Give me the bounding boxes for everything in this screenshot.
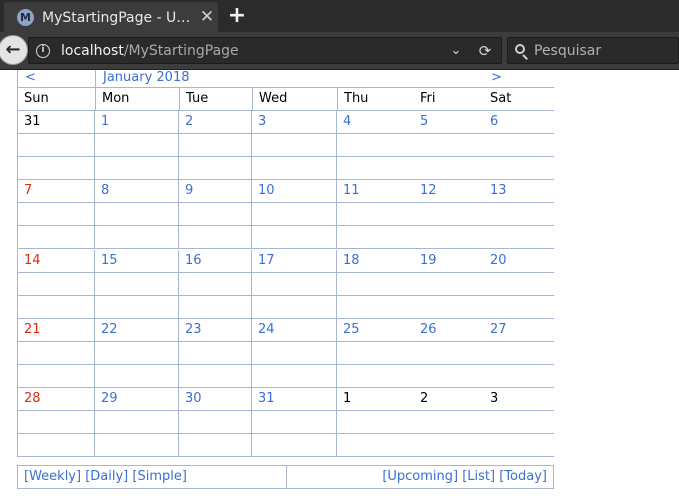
calendar-day-link[interactable]: 29	[95, 388, 118, 410]
calendar-day-link[interactable]: 19	[414, 250, 437, 272]
calendar-day-link[interactable]: 11	[337, 180, 360, 202]
favicon-icon: M	[17, 9, 34, 26]
weekday-tue: Tue	[179, 88, 252, 110]
daily-link[interactable]: [Daily]	[85, 469, 128, 484]
calendar-day-link[interactable]: 25	[337, 319, 360, 341]
calendar-day-link[interactable]: 1	[337, 388, 351, 410]
url-host: localhost	[61, 43, 124, 59]
chevron-down-icon[interactable]: ⌄	[447, 41, 465, 61]
close-tab-icon[interactable]: ✕	[198, 8, 216, 26]
calendar-day-link[interactable]: 7	[18, 180, 32, 202]
next-month-link[interactable]: >	[491, 69, 502, 86]
calendar-day-link[interactable]: 8	[95, 180, 109, 202]
calendar-day-link[interactable]: 3	[484, 388, 498, 410]
calendar-day-link[interactable]: 4	[337, 111, 351, 133]
calendar-day-link[interactable]: 30	[179, 388, 202, 410]
calendar-week-row: 21 22 23 24 25 26 27	[17, 319, 554, 388]
calendar-week-row: 31 1 2 3 4 5 6	[17, 111, 554, 180]
calendar-day-link[interactable]: 31	[18, 111, 41, 133]
calendar-day-link[interactable]: 6	[484, 111, 498, 133]
calendar-day-link[interactable]: 3	[252, 111, 266, 133]
calendar-day-link[interactable]: 17	[252, 250, 275, 272]
weekly-link[interactable]: [Weekly]	[24, 469, 81, 484]
calendar-day-link[interactable]: 16	[179, 250, 202, 272]
calendar-day-link[interactable]: 5	[414, 111, 428, 133]
url-bar[interactable]: i localhost/MyStartingPage ⌄ ⟳	[28, 37, 502, 64]
calendar-day-link[interactable]: 27	[484, 319, 507, 341]
weekday-sun: Sun	[24, 91, 49, 106]
month-title-link[interactable]: January 2018	[103, 69, 190, 86]
tab-bar: M MyStartingPage - U… ✕ +	[0, 0, 679, 32]
calendar-footer: [Weekly] [Daily] [Simple] [Upcoming] [Li…	[17, 465, 554, 489]
calendar-day-link[interactable]: 14	[18, 250, 41, 272]
search-icon	[514, 43, 530, 60]
new-tab-icon[interactable]: +	[226, 4, 248, 28]
calendar-day-link[interactable]: 10	[252, 180, 275, 202]
calendar-day-link[interactable]: 1	[95, 111, 109, 133]
calendar-day-link[interactable]: 2	[414, 388, 428, 410]
search-input[interactable]	[534, 41, 674, 61]
view-links-right: [Upcoming] [List] [Today]	[382, 466, 547, 488]
weekday-fri: Fri	[420, 91, 436, 106]
calendar-day-link[interactable]: 2	[179, 111, 193, 133]
weekday-sat: Sat	[490, 91, 512, 106]
weekday-mon: Mon	[95, 88, 179, 110]
reload-icon[interactable]: ⟳	[475, 41, 495, 61]
today-link[interactable]: [Today]	[499, 469, 547, 484]
calendar-day-link[interactable]: 23	[179, 319, 202, 341]
weekday-wed: Wed	[252, 88, 337, 110]
calendar: < January 2018 > Sun Mon Tue Wed Thu Fri…	[17, 70, 554, 459]
calendar-day-link[interactable]: 22	[95, 319, 118, 341]
calendar-week-row: 28 29 30 31 1 2 3	[17, 388, 554, 457]
calendar-day-link[interactable]: 31	[252, 388, 275, 410]
browser-tab[interactable]: M MyStartingPage - U… ✕	[4, 2, 218, 32]
calendar-nav: < January 2018 >	[17, 70, 554, 87]
calendar-day-link[interactable]: 18	[337, 250, 360, 272]
upcoming-link[interactable]: [Upcoming]	[382, 469, 458, 484]
calendar-day-link[interactable]: 28	[18, 388, 41, 410]
weekday-thu: Thu	[337, 88, 414, 110]
calendar-week-row: 7 8 9 10 11 12 13	[17, 180, 554, 249]
calendar-day-link[interactable]: 26	[414, 319, 437, 341]
calendar-day-link[interactable]: 9	[179, 180, 193, 202]
list-link[interactable]: [List]	[462, 469, 495, 484]
search-bar[interactable]	[507, 37, 679, 64]
tab-title: MyStartingPage - U…	[42, 10, 191, 26]
calendar-day-link[interactable]: 13	[484, 180, 507, 202]
calendar-day-link[interactable]: 20	[484, 250, 507, 272]
url-path: /MyStartingPage	[123, 43, 239, 59]
weekday-header: Sun Mon Tue Wed Thu Fri Sat	[17, 87, 554, 111]
back-button[interactable]: ←	[0, 35, 28, 65]
info-icon[interactable]: i	[36, 44, 50, 58]
calendar-day-link[interactable]: 15	[95, 250, 118, 272]
calendar-week-row: 14 15 16 17 18 19 20	[17, 250, 554, 319]
simple-link[interactable]: [Simple]	[132, 469, 187, 484]
navigation-bar: ← i localhost/MyStartingPage ⌄ ⟳	[0, 32, 679, 70]
prev-month-link[interactable]: <	[25, 69, 36, 86]
calendar-day-link[interactable]: 21	[18, 319, 41, 341]
view-links-left: [Weekly] [Daily] [Simple]	[24, 466, 187, 488]
url-text[interactable]: localhost/MyStartingPage	[61, 42, 239, 60]
arrow-left-icon: ←	[5, 39, 21, 60]
calendar-day-link[interactable]: 24	[252, 319, 275, 341]
calendar-day-link[interactable]: 12	[414, 180, 437, 202]
